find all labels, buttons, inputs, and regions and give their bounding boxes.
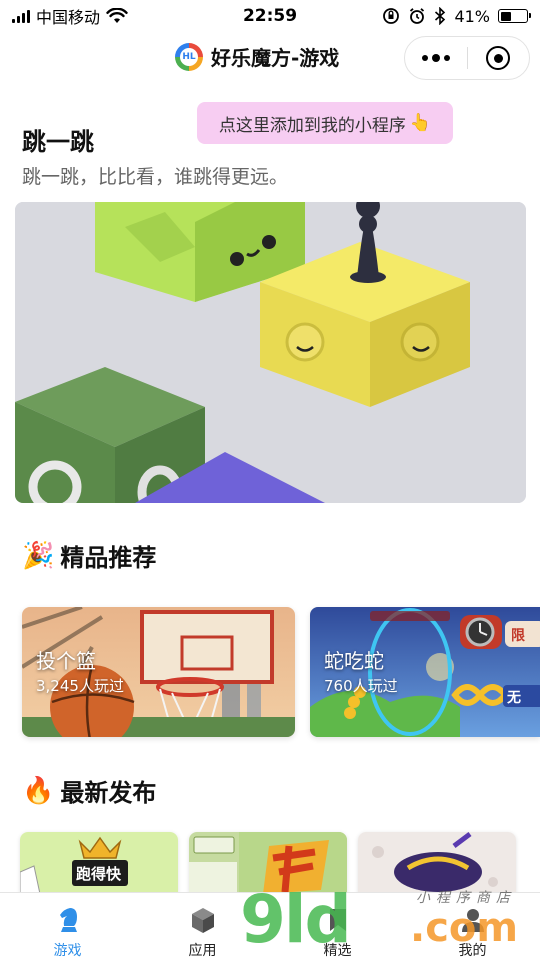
target-icon <box>486 46 511 70</box>
svg-text:限: 限 <box>511 628 525 644</box>
latest-game-thumb-3[interactable] <box>358 832 516 894</box>
featured-banner-art <box>15 202 526 503</box>
section-latest-header: 🔥 最新发布 <box>22 773 156 808</box>
miniprogram-capsule <box>404 36 530 80</box>
fire-icon: 🔥 <box>22 775 55 806</box>
section-recommended-header: 🎉 精品推荐 <box>22 538 156 573</box>
tab-label: 精选 <box>323 943 352 959</box>
carrier-label: 中国移动 <box>36 8 101 27</box>
signal-icon <box>12 9 30 23</box>
more-menu-button[interactable] <box>405 37 467 79</box>
status-right: 41% <box>382 6 531 26</box>
tab-me[interactable]: 我的 <box>405 893 540 960</box>
latest-game-art-3 <box>358 832 516 894</box>
tab-bar: 游戏 应用 精选 我的 <box>0 892 540 960</box>
bookmark-icon <box>323 905 353 934</box>
battery-icon <box>498 9 531 23</box>
nav-bar: HL 好乐魔方-游戏 <box>0 32 540 84</box>
featured-title: 跳一跳 <box>22 128 94 156</box>
game-card-basketball[interactable]: 投个篮 3,245人玩过 <box>22 607 295 737</box>
tab-label: 游戏 <box>53 943 82 959</box>
app-logo-icon: HL <box>175 42 203 71</box>
game-name: 投个篮 <box>36 649 96 673</box>
svg-text:无: 无 <box>506 690 521 706</box>
page-title: 好乐魔方-游戏 <box>211 46 340 70</box>
status-left: 中国移动 <box>12 4 128 28</box>
party-popper-icon: 🎉 <box>22 540 55 571</box>
tab-label: 我的 <box>458 943 487 959</box>
game-name: 蛇吃蛇 <box>324 649 384 673</box>
game-card-snake[interactable]: 限 无 蛇吃蛇 760人玩过 <box>310 607 540 737</box>
tab-label: 应用 <box>188 943 217 959</box>
status-bar: 中国移动 22:59 41% <box>0 0 540 32</box>
battery-percent: 41% <box>454 6 490 26</box>
add-to-miniprogram-tip[interactable]: 点这里添加到我的小程序 👆 <box>197 102 453 144</box>
alarm-icon <box>410 8 425 24</box>
battery-level <box>500 11 511 21</box>
close-miniprogram-button[interactable] <box>467 37 529 79</box>
tab-picks[interactable]: 精选 <box>270 893 405 960</box>
orientation-lock-icon <box>383 8 400 24</box>
latest-game-art-1: 跑得快 <box>20 832 178 894</box>
nav-title-group: HL 好乐魔方-游戏 <box>175 42 339 71</box>
latest-game-thumb-2[interactable] <box>189 832 347 894</box>
bluetooth-icon <box>435 7 446 25</box>
tab-games[interactable]: 游戏 <box>0 893 135 960</box>
pointing-hand-icon: 👆 <box>409 113 432 133</box>
featured-description: 跳一跳，比比看，谁跳得更远。 <box>22 166 289 188</box>
game-players-count: 3,245人玩过 <box>36 677 124 695</box>
section-recommended-title: 精品推荐 <box>60 544 157 572</box>
latest-game-label: 跑得快 <box>76 865 122 883</box>
tip-text: 点这里添加到我的小程序 <box>218 115 406 136</box>
section-latest-title: 最新发布 <box>60 779 157 807</box>
user-icon <box>458 905 488 934</box>
chess-knight-icon <box>53 905 83 934</box>
latest-game-art-2 <box>189 832 347 894</box>
game-players-count: 760人玩过 <box>324 677 398 695</box>
latest-game-thumb-1[interactable]: 跑得快 <box>20 832 178 894</box>
cube-icon <box>188 905 218 934</box>
app-logo-text: HL <box>180 47 198 66</box>
featured-banner[interactable] <box>15 202 526 503</box>
tab-apps[interactable]: 应用 <box>135 893 270 960</box>
wifi-icon <box>106 8 128 23</box>
